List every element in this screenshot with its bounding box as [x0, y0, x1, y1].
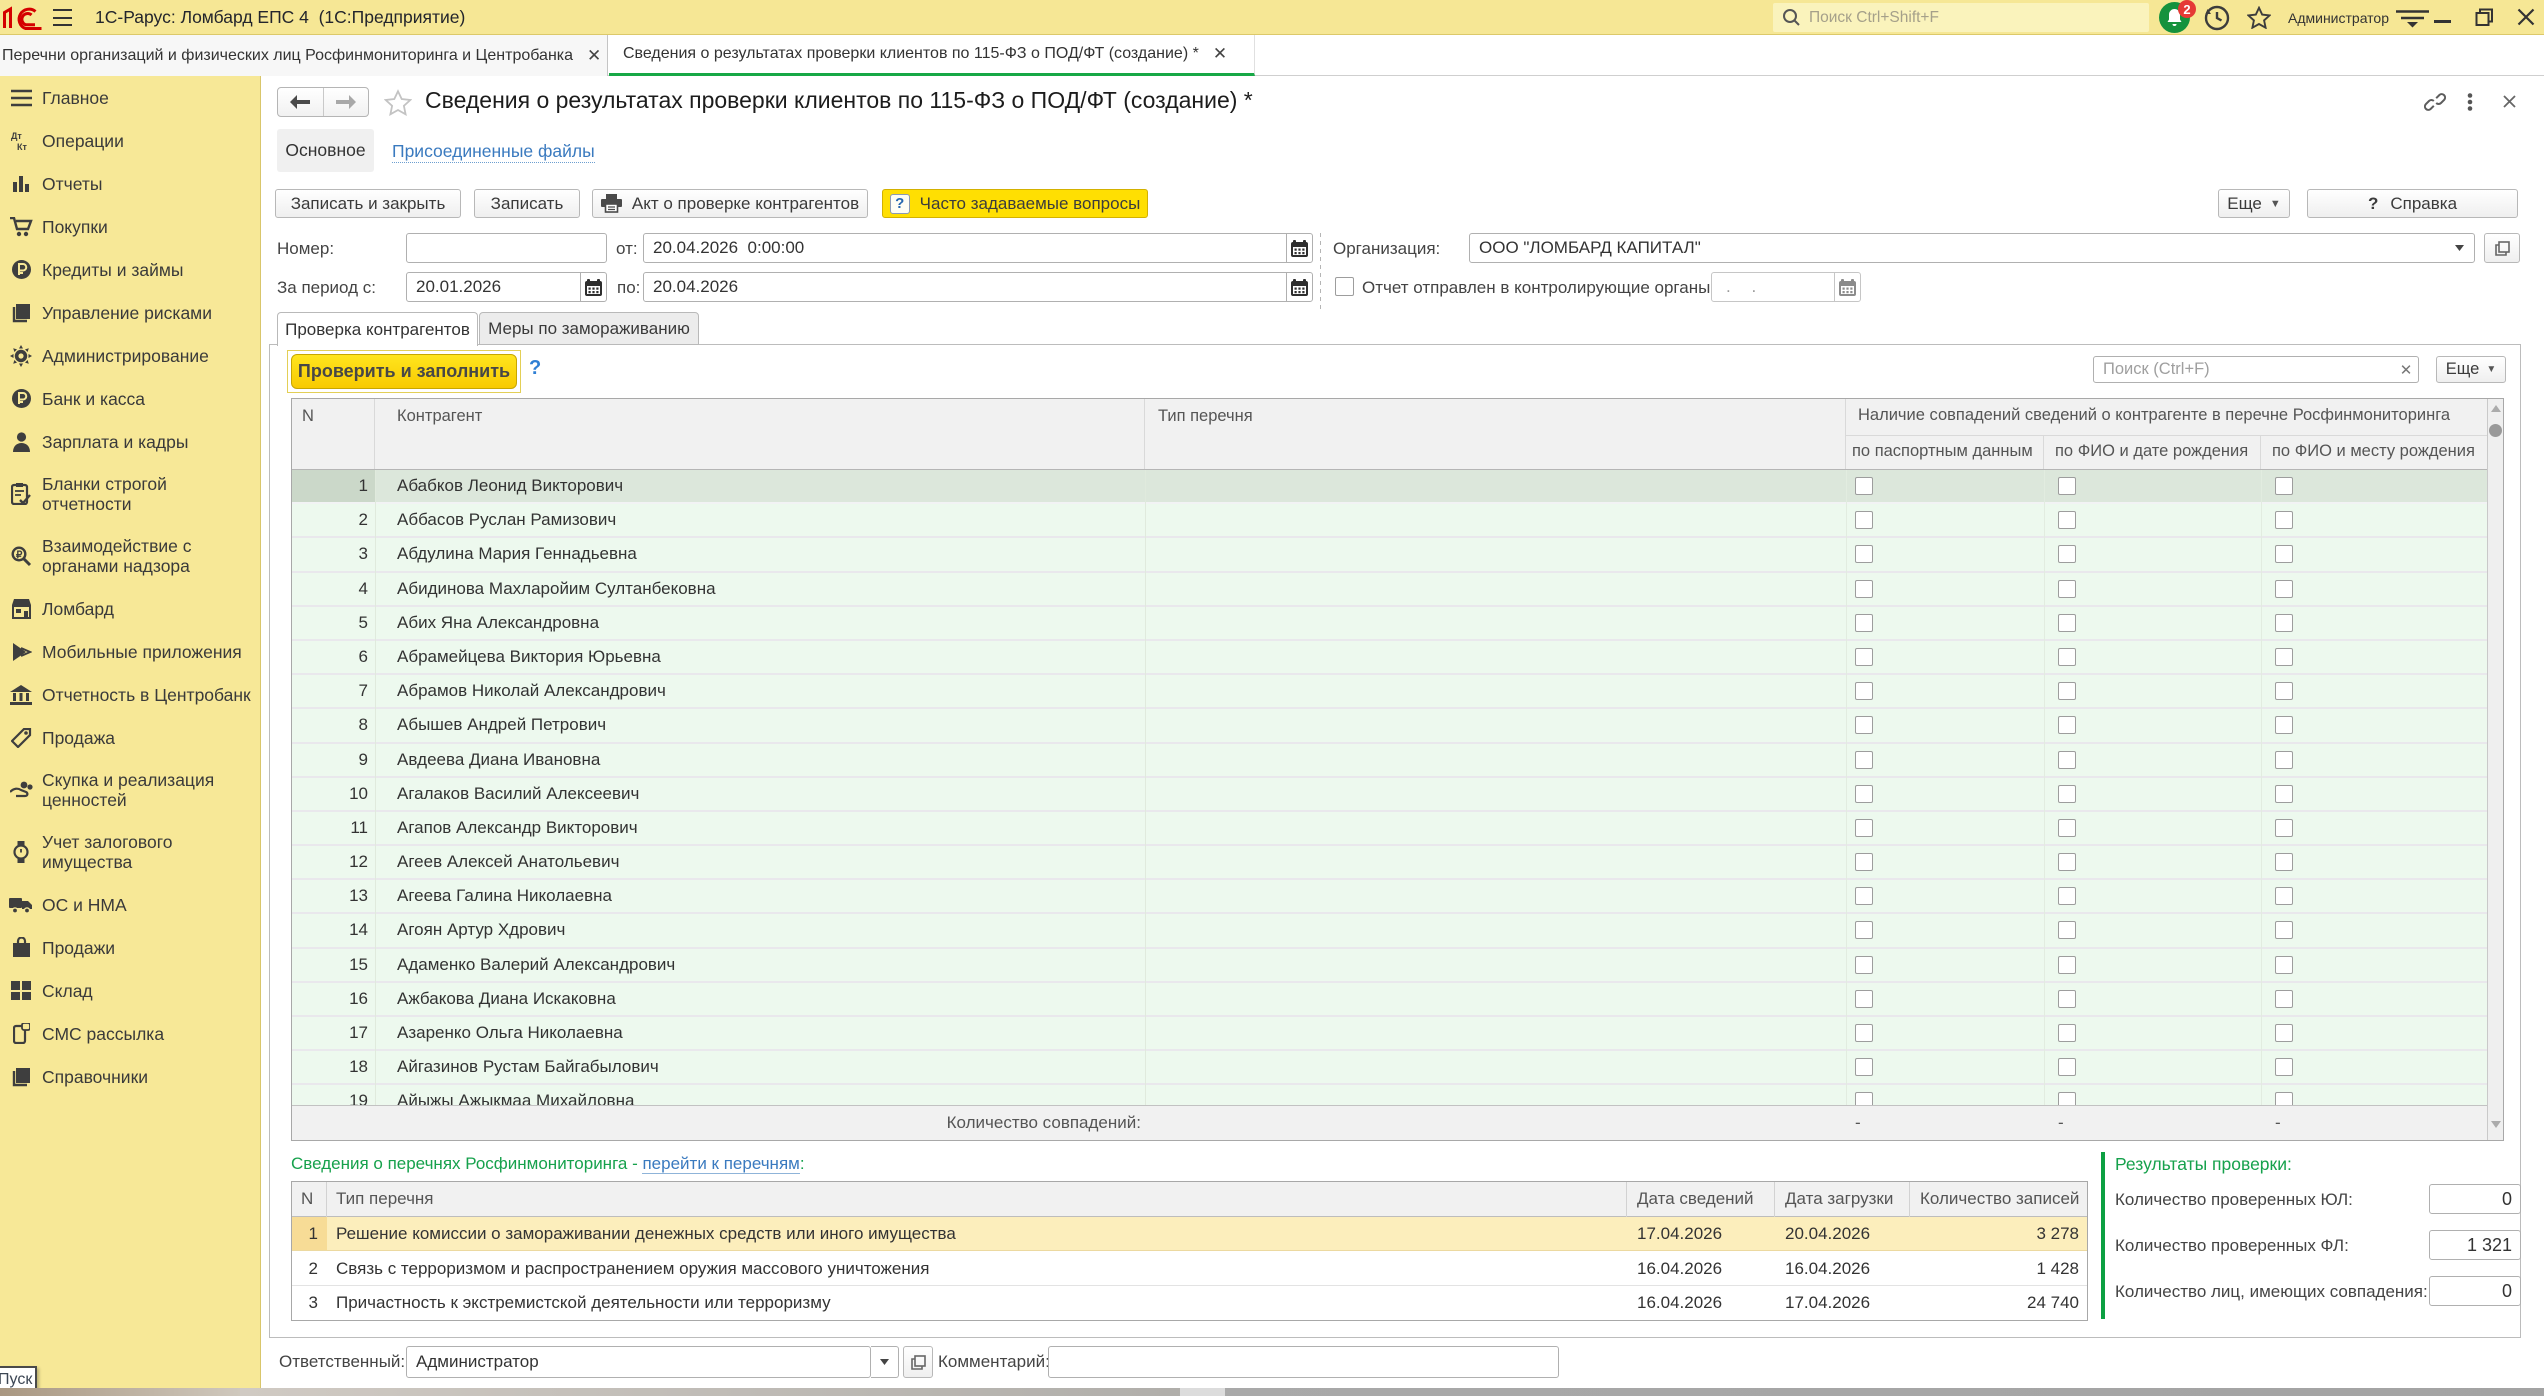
svg-text:Дт: Дт: [11, 131, 22, 141]
svg-text:₽: ₽: [16, 550, 23, 561]
svg-text:Кт: Кт: [17, 142, 27, 152]
